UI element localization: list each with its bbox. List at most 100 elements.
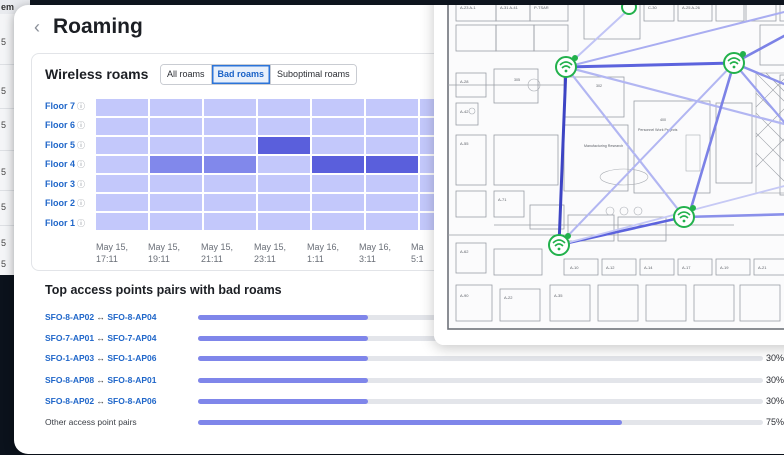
- back-chevron-icon[interactable]: ‹: [34, 17, 40, 38]
- tab-suboptimal-roams[interactable]: Suboptimal roams: [271, 65, 356, 84]
- heatmap-cell[interactable]: [96, 99, 148, 116]
- svg-text:A-22: A-22: [504, 295, 513, 300]
- time-label: May 15, 17:11: [96, 242, 129, 264]
- heatmap-cell[interactable]: [150, 156, 202, 173]
- heatmap-cell[interactable]: [204, 137, 256, 154]
- floor-label-7[interactable]: Floor 7 ⓘ: [45, 101, 85, 112]
- floor-plan-map[interactable]: A-23 A-1 A-31 A-41 P-TSAR C-30 A-25 A-26 A-3…: [434, 5, 784, 345]
- wireless-roams-title: Wireless roams: [45, 66, 149, 82]
- info-icon[interactable]: ⓘ: [77, 219, 85, 228]
- heatmap-cell[interactable]: [150, 99, 202, 116]
- access-point-icon: [555, 55, 578, 78]
- info-icon[interactable]: ⓘ: [77, 180, 85, 189]
- time-label: May 15, 21:11: [201, 242, 234, 264]
- heatmap-cell[interactable]: [96, 213, 148, 230]
- heatmap-cell[interactable]: [312, 137, 364, 154]
- pair-bar-fill: [198, 336, 368, 341]
- time-label: May 16, 1:11: [307, 242, 340, 264]
- heatmap-cell[interactable]: [96, 156, 148, 173]
- pair-bar-track: [198, 399, 763, 404]
- info-icon[interactable]: ⓘ: [77, 160, 85, 169]
- heatmap-cell[interactable]: [366, 194, 418, 211]
- heatmap-cell[interactable]: [204, 118, 256, 135]
- heatmap-cell[interactable]: [204, 175, 256, 192]
- ap-pair-link[interactable]: SFO-7-AP01 ↔ SFO-7-AP04: [45, 333, 157, 343]
- floor-label-1[interactable]: Floor 1 ⓘ: [45, 218, 85, 229]
- heatmap-cell[interactable]: [96, 137, 148, 154]
- heatmap-cell[interactable]: [96, 118, 148, 135]
- time-label: May 15, 23:11: [254, 242, 287, 264]
- heatmap-cell[interactable]: [96, 194, 148, 211]
- svg-text:A-21: A-21: [758, 265, 767, 270]
- heatmap-cell[interactable]: [366, 118, 418, 135]
- floor-label-5[interactable]: Floor 5 ⓘ: [45, 140, 85, 151]
- info-icon[interactable]: ⓘ: [77, 102, 85, 111]
- heatmap-cell[interactable]: [366, 175, 418, 192]
- time-label: May 15, 19:11: [148, 242, 181, 264]
- heatmap-cell[interactable]: [312, 213, 364, 230]
- heatmap-cell[interactable]: [150, 175, 202, 192]
- svg-text:A-25 A-26: A-25 A-26: [682, 5, 701, 10]
- ap-pair-link[interactable]: SFO-8-AP08 ↔ SFO-8-AP01: [45, 375, 157, 385]
- heatmap-cell[interactable]: [258, 156, 310, 173]
- svg-text:A-62: A-62: [460, 249, 469, 254]
- heatmap-cell[interactable]: [258, 194, 310, 211]
- heatmap-cell[interactable]: [312, 194, 364, 211]
- pair-percent: 30%: [766, 353, 784, 363]
- pair-bar-fill: [198, 356, 368, 361]
- tab-all-roams[interactable]: All roams: [161, 65, 212, 84]
- heatmap-cell[interactable]: [150, 118, 202, 135]
- svg-text:C-30: C-30: [648, 5, 657, 10]
- roam-filter-tabs: All roams Bad roams Suboptimal roams: [160, 64, 357, 85]
- floor-label-2[interactable]: Floor 2 ⓘ: [45, 198, 85, 209]
- heatmap-cell[interactable]: [258, 213, 310, 230]
- pair-percent: 75%: [766, 417, 784, 427]
- heatmap-cell[interactable]: [366, 137, 418, 154]
- pair-bar-track: [198, 356, 763, 361]
- svg-text:A-10: A-10: [570, 265, 579, 270]
- top-pairs-title: Top access points pairs with bad roams: [45, 283, 282, 297]
- time-label: Ma 5:1: [411, 242, 424, 264]
- heatmap-cell[interactable]: [150, 213, 202, 230]
- pair-bar-fill: [198, 420, 622, 425]
- heatmap-cell[interactable]: [312, 175, 364, 192]
- svg-text:A-90: A-90: [460, 293, 469, 298]
- heatmap-cell[interactable]: [204, 194, 256, 211]
- heatmap-cell[interactable]: [258, 118, 310, 135]
- pair-bar-track: [198, 378, 763, 383]
- svg-text:A-71: A-71: [498, 197, 507, 202]
- pair-bar-fill: [198, 378, 368, 383]
- heatmap-cell[interactable]: [150, 194, 202, 211]
- ap-pair-link[interactable]: SFO-1-AP03 ↔ SFO-1-AP06: [45, 353, 157, 363]
- heatmap-cell[interactable]: [96, 175, 148, 192]
- svg-text:305: 305: [514, 78, 520, 82]
- svg-text:A-31 A-41: A-31 A-41: [500, 5, 519, 10]
- info-icon[interactable]: ⓘ: [77, 121, 85, 130]
- heatmap-cell[interactable]: [258, 99, 310, 116]
- floor-label-6[interactable]: Floor 6 ⓘ: [45, 120, 85, 131]
- floor-label-3[interactable]: Floor 3 ⓘ: [45, 179, 85, 190]
- svg-text:A-14: A-14: [644, 265, 653, 270]
- heatmap-cell[interactable]: [312, 118, 364, 135]
- heatmap-cell[interactable]: [366, 99, 418, 116]
- heatmap-cell[interactable]: [366, 156, 418, 173]
- svg-text:A-35: A-35: [554, 293, 563, 298]
- heatmap-cell[interactable]: [204, 99, 256, 116]
- heatmap-cell[interactable]: [150, 137, 202, 154]
- ap-pair-link[interactable]: SFO-8-AP02 ↔ SFO-8-AP06: [45, 396, 157, 406]
- floor-label-4[interactable]: Floor 4 ⓘ: [45, 159, 85, 170]
- other-pairs-label: Other access point pairs: [45, 417, 137, 427]
- heatmap-cell[interactable]: [366, 213, 418, 230]
- heatmap-cell[interactable]: [312, 156, 364, 173]
- info-icon[interactable]: ⓘ: [77, 199, 85, 208]
- heatmap-cell[interactable]: [204, 156, 256, 173]
- ap-pair-link[interactable]: SFO-8-AP02 ↔ SFO-8-AP04: [45, 312, 157, 322]
- heatmap-cell[interactable]: [258, 175, 310, 192]
- heatmap-cell[interactable]: [258, 137, 310, 154]
- svg-text:400: 400: [660, 118, 666, 122]
- tab-bad-roams[interactable]: Bad roams: [211, 65, 272, 84]
- heatmap-cell[interactable]: [204, 213, 256, 230]
- info-icon[interactable]: ⓘ: [77, 141, 85, 150]
- heatmap-cell[interactable]: [312, 99, 364, 116]
- svg-text:A-55: A-55: [460, 141, 469, 146]
